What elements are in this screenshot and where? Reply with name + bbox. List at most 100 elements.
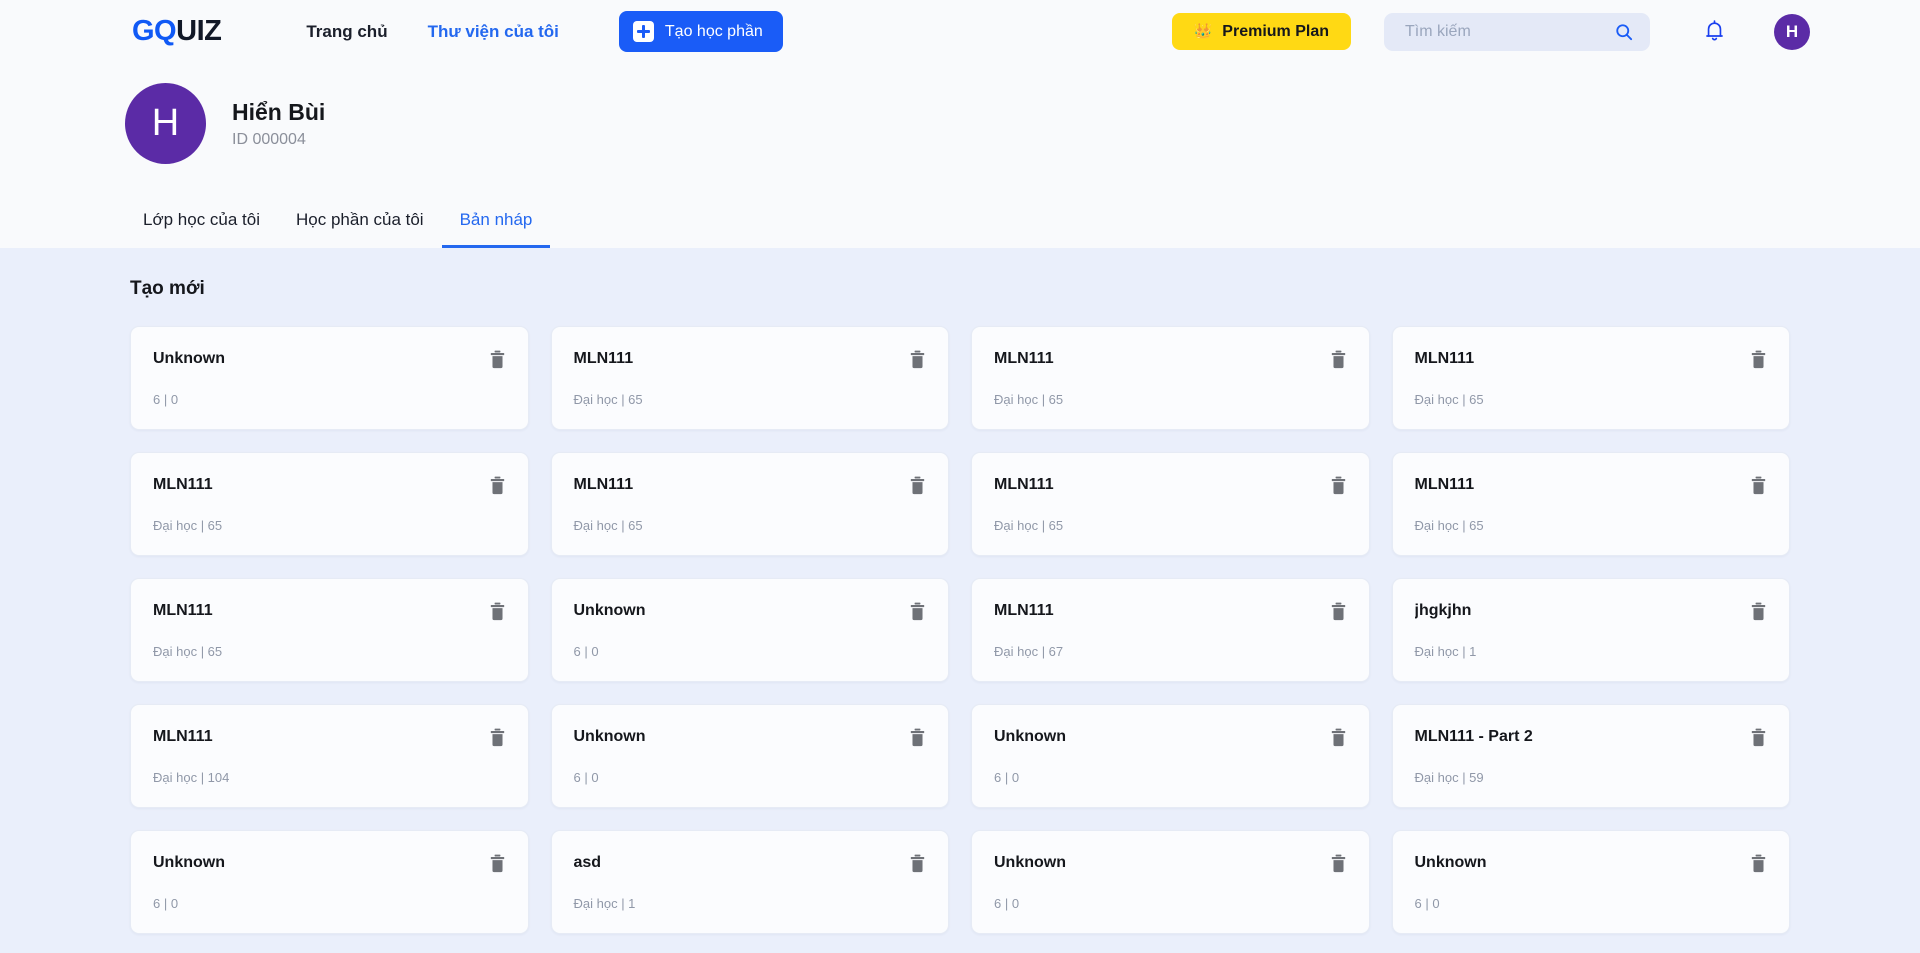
premium-plan-button[interactable]: 👑 Premium Plan: [1171, 13, 1351, 50]
delete-draft-button[interactable]: [909, 476, 926, 498]
draft-card-meta: Đại học | 65: [994, 392, 1064, 407]
draft-card-meta: Đại học | 1: [573, 896, 636, 911]
draft-card[interactable]: MLN111 Đại học | 65: [1391, 326, 1790, 430]
draft-card-header: asd: [574, 853, 927, 876]
delete-draft-button[interactable]: [1750, 476, 1767, 498]
delete-draft-button[interactable]: [909, 350, 926, 372]
draft-card-header: Unknown: [994, 853, 1347, 876]
delete-draft-button[interactable]: [489, 728, 506, 750]
delete-draft-button[interactable]: [1330, 476, 1347, 498]
draft-card-meta: Đại học | 67: [994, 644, 1064, 659]
draft-card[interactable]: Unknown 6 | 0: [130, 830, 529, 934]
draft-card[interactable]: MLN111 Đại học | 104: [130, 704, 529, 808]
delete-draft-button[interactable]: [909, 728, 926, 750]
delete-draft-button[interactable]: [1750, 854, 1767, 876]
draft-card-header: MLN111: [153, 727, 506, 750]
draft-card[interactable]: MLN111 Đại học | 65: [971, 452, 1370, 556]
draft-card[interactable]: MLN111 - Part 2 Đại học | 59: [1391, 704, 1790, 808]
delete-draft-button[interactable]: [909, 602, 926, 624]
draft-card-header: MLN111: [994, 349, 1347, 372]
user-avatar-button[interactable]: H: [1774, 13, 1810, 50]
draft-card-meta: Đại học | 65: [1414, 518, 1484, 533]
delete-draft-button[interactable]: [1750, 602, 1767, 624]
draft-card-title: MLN111: [153, 476, 213, 493]
delete-draft-button[interactable]: [489, 476, 506, 498]
draft-card-title: Unknown: [573, 728, 646, 745]
draft-card-meta: 6 | 0: [1414, 896, 1440, 911]
draft-card-header: Unknown: [153, 853, 506, 876]
trash-icon: [1750, 602, 1767, 624]
app-logo[interactable]: GQUIZ: [132, 15, 222, 48]
draft-card-meta: 6 | 0: [994, 770, 1020, 785]
delete-draft-button[interactable]: [489, 854, 506, 876]
bell-icon: [1704, 19, 1725, 45]
draft-card-title: MLN111: [153, 728, 213, 745]
profile-avatar: H: [125, 83, 206, 164]
notifications-button[interactable]: [1700, 15, 1729, 49]
draft-card[interactable]: MLN111 Đại học | 67: [971, 578, 1370, 682]
draft-card-header: jhgkjhn: [1415, 601, 1768, 624]
draft-card-meta: 6 | 0: [153, 896, 179, 911]
delete-draft-button[interactable]: [1750, 350, 1767, 372]
search-input[interactable]: [1405, 22, 1614, 41]
draft-card[interactable]: Unknown 6 | 0: [971, 830, 1370, 934]
draft-card-meta: Đại học | 65: [1414, 392, 1484, 407]
draft-card[interactable]: Unknown 6 | 0: [550, 578, 949, 682]
draft-card-header: Unknown: [1415, 853, 1768, 876]
delete-draft-button[interactable]: [489, 350, 506, 372]
trash-icon: [1330, 728, 1347, 750]
draft-card[interactable]: Unknown 6 | 0: [1391, 830, 1790, 934]
draft-card[interactable]: Unknown 6 | 0: [971, 704, 1370, 808]
draft-card-title: Unknown: [153, 854, 225, 871]
draft-card-title: jhgkjhn: [1414, 602, 1472, 619]
draft-card[interactable]: Unknown 6 | 0: [550, 704, 949, 808]
trash-icon: [909, 854, 926, 876]
trash-icon: [489, 602, 506, 624]
draft-card-title: asd: [573, 854, 602, 871]
tab-my-study-sets[interactable]: Học phần của tôi: [278, 210, 442, 248]
draft-card-title: Unknown: [573, 602, 646, 619]
draft-card-meta: Đại học | 65: [994, 518, 1064, 533]
draft-card-header: Unknown: [153, 349, 506, 372]
create-study-set-button[interactable]: Tạo học phần: [618, 11, 783, 52]
search-box[interactable]: [1384, 12, 1650, 51]
nav-link-home[interactable]: Trang chủ: [286, 22, 407, 42]
draft-card-header: MLN111: [994, 475, 1347, 498]
draft-card[interactable]: MLN111 Đại học | 65: [1391, 452, 1790, 556]
draft-card-title: MLN111: [994, 350, 1054, 367]
draft-card[interactable]: MLN111 Đại học | 65: [130, 578, 529, 682]
delete-draft-button[interactable]: [1330, 602, 1347, 624]
delete-draft-button[interactable]: [1330, 854, 1347, 876]
draft-card-meta: Đại học | 65: [153, 644, 223, 659]
profile-tabs: Lớp học của tôi Học phần của tôi Bản nhá…: [125, 190, 1920, 248]
draft-card-meta: Đại học | 65: [153, 518, 223, 533]
tab-drafts[interactable]: Bản nháp: [441, 210, 551, 248]
trash-icon: [489, 854, 506, 876]
tab-my-classes[interactable]: Lớp học của tôi: [125, 210, 278, 248]
draft-card[interactable]: MLN111 Đại học | 65: [130, 452, 529, 556]
delete-draft-button[interactable]: [1330, 728, 1347, 750]
search-icon[interactable]: [1614, 22, 1634, 42]
trash-icon: [909, 350, 926, 372]
draft-card-header: Unknown: [994, 727, 1347, 750]
premium-plan-label: Premium Plan: [1222, 22, 1329, 40]
draft-card[interactable]: MLN111 Đại học | 65: [971, 326, 1370, 430]
draft-card[interactable]: MLN111 Đại học | 65: [550, 452, 949, 556]
delete-draft-button[interactable]: [1330, 350, 1347, 372]
draft-card-header: Unknown: [574, 601, 927, 624]
draft-card[interactable]: jhgkjhn Đại học | 1: [1391, 578, 1790, 682]
draft-card[interactable]: Unknown 6 | 0: [130, 326, 529, 430]
delete-draft-button[interactable]: [489, 602, 506, 624]
profile-text: Hiển Bùi ID 000004: [232, 98, 325, 149]
draft-card-title: MLN111: [1414, 350, 1475, 367]
delete-draft-button[interactable]: [909, 854, 926, 876]
primary-nav: Trang chủ Thư viện của tôi: [286, 22, 579, 42]
delete-draft-button[interactable]: [1750, 728, 1767, 750]
draft-card[interactable]: MLN111 Đại học | 65: [550, 326, 949, 430]
draft-card-header: Unknown: [574, 727, 927, 750]
draft-card-meta: Đại học | 65: [573, 392, 643, 407]
draft-card[interactable]: asd Đại học | 1: [550, 830, 949, 934]
draft-card-meta: 6 | 0: [994, 896, 1020, 911]
draft-card-header: MLN111: [574, 349, 927, 372]
nav-link-my-library[interactable]: Thư viện của tôi: [408, 22, 579, 42]
